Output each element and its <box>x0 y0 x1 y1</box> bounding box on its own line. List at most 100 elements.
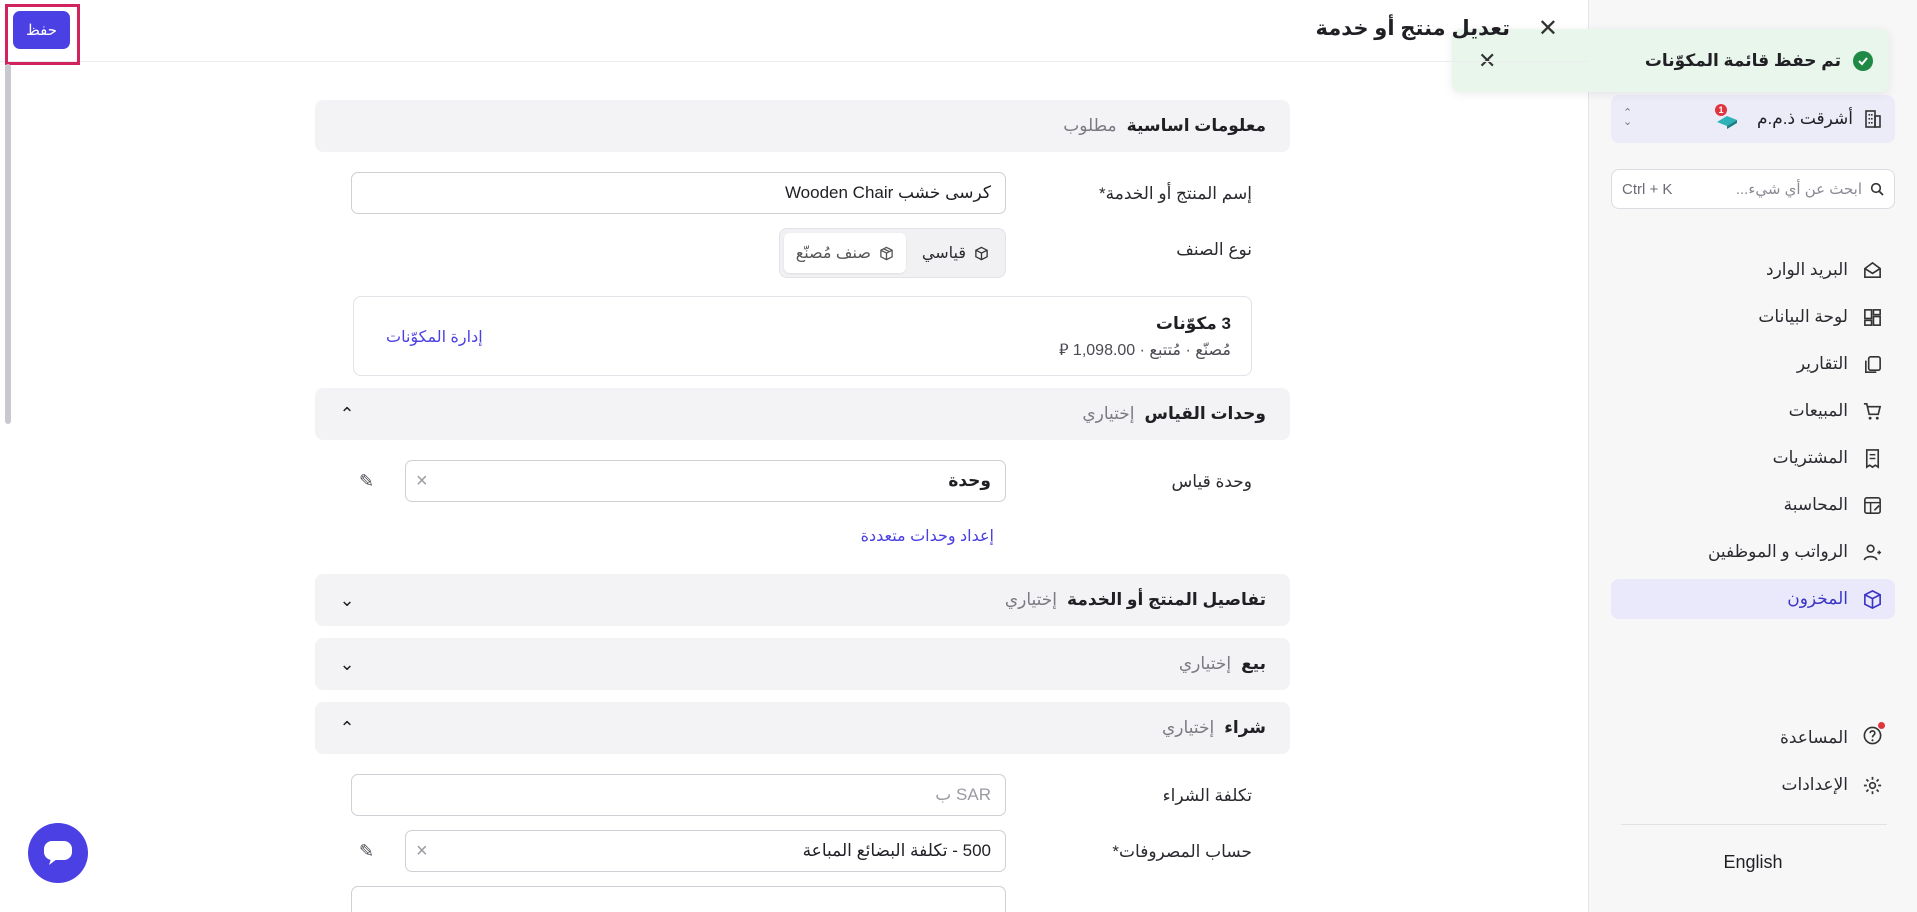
item-type-toggle[interactable]: قياسي صنف مُصنّع <box>778 228 1006 278</box>
chevron-down-icon[interactable]: ⌄ <box>339 654 355 675</box>
name-row: إسم المنتج أو الخدمة* كرسى خشب Wooden Ch… <box>315 172 1290 216</box>
divider <box>1621 824 1887 825</box>
section-sale[interactable]: بيع إختياري ⌄ <box>315 638 1290 690</box>
section-purchase[interactable]: شراء إختياري ⌃ <box>315 702 1290 754</box>
cube-icon <box>975 246 988 260</box>
check-circle-icon <box>1853 50 1873 71</box>
chevron-up-icon[interactable]: ⌃ <box>339 404 355 425</box>
sidebar-item-payroll[interactable]: الرواتب و الموظفين <box>1611 532 1895 572</box>
reports-icon <box>1865 355 1881 373</box>
language-switcher[interactable]: English <box>1611 852 1895 873</box>
sidebar-item-label: المخزون <box>1787 589 1848 608</box>
search-input[interactable]: ابحث عن أي شيء... Ctrl + K <box>1611 169 1895 209</box>
secondary-nav: المساعدة الإعدادات <box>1611 718 1895 812</box>
company-switcher[interactable]: أشرقت ذ.م.م 1 ⌃ ⌄ <box>1611 95 1895 143</box>
purchase-cost-row: تكلفة الشراء SAR ب <box>315 774 1290 818</box>
chat-icon <box>44 841 72 865</box>
page-title: تعديل منتج أو خدمة <box>1315 17 1510 40</box>
section-details[interactable]: تفاصيل المنتج أو الخدمة إختياري ⌄ <box>315 574 1290 626</box>
pencil-icon[interactable]: ✎ <box>359 471 374 492</box>
section-subtitle: إختياري <box>1082 404 1135 423</box>
sidebar-item-label: الرواتب و الموظفين <box>1707 542 1848 561</box>
cubes-icon <box>880 246 893 260</box>
sidebar-item-reports[interactable]: التقارير <box>1611 344 1895 384</box>
sidebar-item-label: التقارير <box>1796 354 1848 373</box>
section-title: شراء <box>1224 718 1266 737</box>
building-icon <box>1865 110 1881 128</box>
expense-account-row: حساب المصروفات* 500 - تكلفة البضائع المب… <box>315 830 1290 874</box>
clear-icon[interactable]: × <box>416 470 428 493</box>
sidebar-item-accounting[interactable]: المحاسبة <box>1611 485 1895 525</box>
search-placeholder: ابحث عن أي شيء... <box>1735 181 1862 198</box>
inbox-icon <box>1864 261 1881 278</box>
sidebar-item-sales[interactable]: المبيعات <box>1611 391 1895 431</box>
bom-count: 3 مكوّنات <box>1155 314 1231 333</box>
next-field[interactable] <box>351 886 1006 912</box>
cost-label: تكلفة الشراء <box>1162 786 1252 805</box>
purchase-cost-field[interactable]: SAR ب <box>351 774 1006 816</box>
type-row: نوع الصنف قياسي صنف مُصنّع <box>315 228 1290 284</box>
section-title: تفاصيل المنتج أو الخدمة <box>1067 590 1266 609</box>
name-label: إسم المنتج أو الخدمة* <box>1099 184 1252 203</box>
chevron-down-icon[interactable]: ⌄ <box>339 590 355 611</box>
type-label: نوع الصنف <box>1176 240 1252 259</box>
bom-meta: مُصنّع · مُتتبع · 1,098.00 ⃁ <box>1058 342 1231 359</box>
sidebar-item-purchases[interactable]: المشتريات <box>1611 438 1895 478</box>
cost-placeholder: SAR ب <box>935 785 991 804</box>
section-subtitle: إختياري <box>1162 718 1215 737</box>
sidebar-item-label: البريد الوارد <box>1766 260 1848 279</box>
sidebar-item-label: الإعدادات <box>1781 775 1848 794</box>
close-icon[interactable]: ✕ <box>1538 14 1558 43</box>
save-button[interactable]: حفظ <box>13 11 70 49</box>
sidebar-item-label: المبيعات <box>1788 401 1848 420</box>
sidebar-item-label: المحاسبة <box>1783 495 1848 514</box>
next-field-row <box>315 886 1290 912</box>
unit-row: وحدة قياس وحدة × ✎ <box>315 460 1290 504</box>
search-icon <box>1870 182 1884 196</box>
sidebar-item-settings[interactable]: الإعدادات <box>1611 765 1895 805</box>
name-field[interactable]: كرسى خشب Wooden Chair <box>351 172 1006 214</box>
type-option-label: قياسي <box>921 245 966 262</box>
section-units[interactable]: وحدات القياس إختياري ⌃ <box>315 388 1290 440</box>
multi-units-link[interactable]: إعداد وحدات متعددة <box>861 526 994 546</box>
help-alert-dot <box>1878 722 1885 729</box>
search-shortcut: Ctrl + K <box>1622 180 1673 198</box>
pencil-icon[interactable]: ✎ <box>359 841 374 862</box>
type-option-manufactured[interactable]: صنف مُصنّع <box>783 233 906 273</box>
chevron-up-icon[interactable]: ⌃ <box>339 718 355 739</box>
type-option-standard[interactable]: قياسي <box>910 233 1001 273</box>
expense-value: 500 - تكلفة البضائع المباعة <box>802 841 991 860</box>
sidebar-item-dashboard[interactable]: لوحة البيانات <box>1611 297 1895 337</box>
unit-label: وحدة قياس <box>1171 472 1252 491</box>
multi-unit-row: إعداد وحدات متعددة <box>315 516 1290 556</box>
unit-select[interactable]: وحدة × <box>405 460 1006 502</box>
chat-button[interactable] <box>28 823 88 883</box>
section-title: بيع <box>1241 654 1266 673</box>
dashboard-icon <box>1864 308 1881 326</box>
sidebar-item-help[interactable]: المساعدة <box>1611 718 1895 758</box>
people-icon <box>1863 544 1882 560</box>
type-option-label: صنف مُصنّع <box>795 245 871 262</box>
sidebar-item-inbox[interactable]: البريد الوارد <box>1611 250 1895 290</box>
sidebar-item-inventory[interactable]: المخزون <box>1611 579 1895 619</box>
section-basic-info: معلومات اساسية مطلوب <box>315 100 1290 152</box>
section-title: وحدات القياس <box>1144 404 1267 423</box>
box-icon <box>1864 589 1881 609</box>
receipt-icon <box>1865 448 1880 469</box>
expense-account-select[interactable]: 500 - تكلفة البضائع المباعة × <box>405 830 1006 872</box>
sidebar: أشرقت ذ.م.م 1 ⌃ ⌄ ابحث عن أي شيء... Ctrl … <box>1588 0 1917 912</box>
product-form: معلومات اساسية مطلوب إسم المنتج أو الخدم… <box>315 100 1290 912</box>
chevron-updown-icon: ⌃ ⌄ <box>1623 107 1633 128</box>
company-name: أشرقت ذ.م.م <box>1757 109 1853 128</box>
scrollbar[interactable] <box>5 64 11 424</box>
manage-components-link[interactable]: إدارة المكوّنات <box>386 327 483 347</box>
main-nav: البريد الوارد لوحة البيانات التقارير الم… <box>1611 250 1895 626</box>
section-subtitle: إختياري <box>1004 590 1058 609</box>
unit-value: وحدة <box>948 471 991 490</box>
clear-icon[interactable]: × <box>416 840 428 863</box>
name-value: كرسى خشب Wooden Chair <box>784 183 991 202</box>
company-logo: 1 <box>1713 104 1741 130</box>
ledger-icon <box>1864 496 1881 514</box>
page-header: ✕ تعديل منتج أو خدمة <box>0 0 1588 62</box>
sidebar-item-label: المشتريات <box>1772 448 1848 467</box>
